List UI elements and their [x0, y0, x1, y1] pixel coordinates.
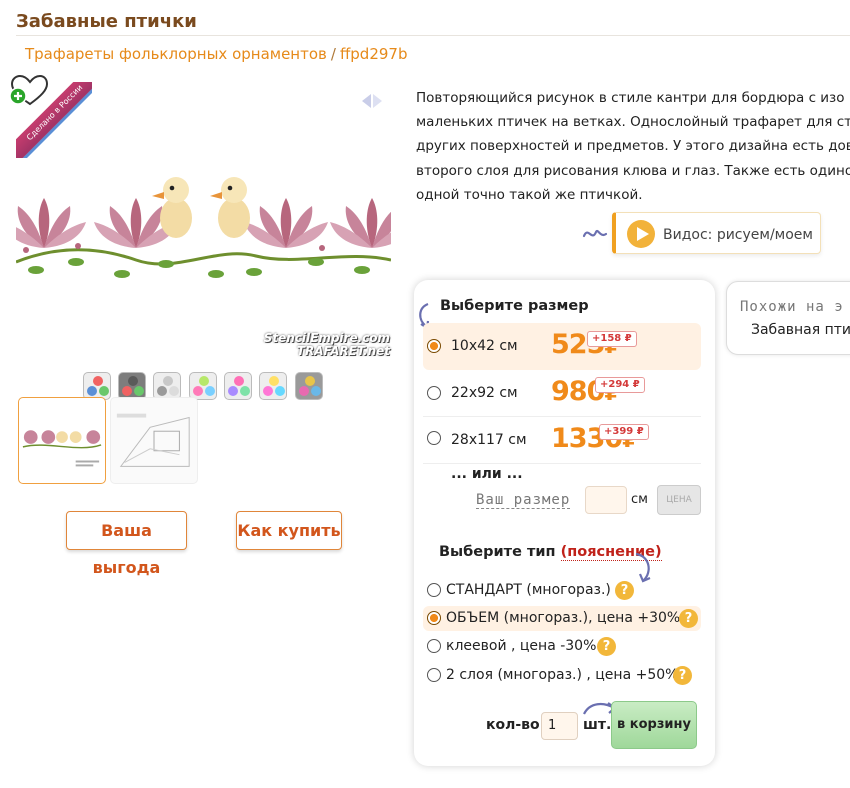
markup-badge: +294 ₽: [595, 377, 645, 393]
size-radio[interactable]: [427, 386, 441, 400]
custom-size-label: Ваш размер: [476, 492, 571, 509]
type-option-two-layer[interactable]: 2 слоя (многораз.) , цена +50% ?: [423, 663, 701, 688]
size-option-28x117[interactable]: 28х117 см 1330₽ +399 ₽: [423, 417, 701, 464]
swatch-color-dot: [99, 386, 109, 396]
type-label: 2 слоя (многораз.) , цена +50%: [446, 667, 679, 683]
swatch-color-dot: [263, 386, 273, 396]
color-swatch[interactable]: [259, 372, 287, 400]
size-label: 10х42 см: [451, 338, 518, 354]
scribble-arrow-icon: [582, 230, 608, 238]
swatch-color-dot: [87, 386, 97, 396]
color-swatch[interactable]: [295, 372, 323, 400]
or-label: ... или ...: [451, 466, 523, 482]
page-title: Забавные птички: [16, 11, 197, 32]
benefit-button[interactable]: Ваша выгода: [66, 511, 187, 577]
type-heading: Выберите тип (пояснение): [439, 544, 662, 561]
breadcrumb-category-link[interactable]: Трафареты фольклорных орнаментов: [25, 45, 327, 63]
thumbnail-stencil[interactable]: [18, 397, 106, 484]
size-heading: Выберите размер: [440, 298, 589, 314]
color-swatch[interactable]: [118, 372, 146, 400]
similar-heading: Похожи на э: [740, 299, 844, 315]
swatch-color-dot: [234, 376, 244, 386]
swatch-color-dot: [275, 386, 285, 396]
swatch-color-dot: [169, 386, 179, 396]
type-label: клеевой , цена -30%: [446, 638, 597, 654]
similar-products-panel: [726, 281, 850, 355]
swatch-color-dot: [269, 376, 279, 386]
favorite-heart-icon[interactable]: [8, 74, 48, 108]
video-label[interactable]: Видос: рисуем/моем: [663, 227, 813, 243]
type-heading-text: Выберите тип: [439, 544, 556, 560]
swatch-color-dot: [311, 386, 321, 396]
custom-size-input[interactable]: [585, 486, 627, 514]
swatch-color-dot: [134, 386, 144, 396]
breadcrumb-separator: /: [330, 45, 336, 63]
markup-badge: +158 ₽: [587, 331, 637, 347]
breadcrumb-sku: ffpd297b: [339, 45, 408, 63]
type-radio[interactable]: [427, 668, 441, 682]
similar-item-link[interactable]: Забавная птич: [751, 322, 850, 338]
description-line: Повторяющийся рисунок в стиле кантри для…: [416, 90, 845, 106]
type-option-standard[interactable]: СТАНДАРТ (многораз.) ?: [423, 578, 701, 603]
color-swatch[interactable]: [224, 372, 252, 400]
swatch-color-dot: [205, 386, 215, 396]
calculate-price-button[interactable]: ЦЕНА: [657, 485, 701, 515]
watermark: StencilEmpire.com TRAFARET.net: [240, 332, 390, 358]
size-radio[interactable]: [427, 339, 441, 353]
swatch-color-dot: [305, 376, 315, 386]
size-label: 28х117 см: [451, 432, 527, 448]
size-option-22x92[interactable]: 22х92 см 980₽ +294 ₽: [423, 370, 701, 417]
thumbnail-interior[interactable]: [110, 397, 198, 484]
type-option-volume[interactable]: ОБЪЕМ (многораз.), цена +30% ?: [423, 606, 701, 631]
quantity-input[interactable]: 1: [541, 712, 578, 740]
play-icon[interactable]: [626, 219, 656, 249]
quantity-label: кол-во:: [486, 717, 546, 733]
type-option-adhesive[interactable]: клеевой , цена -30% ?: [423, 634, 701, 659]
size-radio[interactable]: [427, 431, 441, 445]
watermark-line-2: TRAFARET.net: [296, 344, 390, 358]
color-swatch[interactable]: [153, 372, 181, 400]
swatch-color-dot: [199, 376, 209, 386]
title-divider: [16, 35, 850, 36]
help-icon[interactable]: ?: [679, 609, 698, 628]
size-option-10x42[interactable]: 10х42 см 525₽ +158 ₽: [423, 323, 701, 370]
type-radio[interactable]: [427, 639, 441, 653]
description-line: маленьких птичек на ветках. Однослойный …: [416, 114, 850, 131]
description-line: второго слоя для рисования клюва и глаз.…: [416, 162, 850, 179]
cm-unit-label: см: [631, 492, 648, 507]
color-swatch[interactable]: [83, 372, 111, 400]
color-swatch[interactable]: [189, 372, 217, 400]
stencil-preview-image[interactable]: [16, 150, 391, 290]
markup-badge: +399 ₽: [599, 424, 649, 440]
size-label: 22х92 см: [451, 385, 518, 401]
type-radio[interactable]: [427, 583, 441, 597]
swatch-color-dot: [93, 376, 103, 386]
swatch-color-dot: [193, 386, 203, 396]
swap-arrows-icon[interactable]: [360, 92, 384, 110]
swatch-color-dot: [240, 386, 250, 396]
swatch-color-dot: [157, 386, 167, 396]
type-label: ОБЪЕМ (многораз.), цена +30%: [446, 610, 681, 626]
swatch-color-dot: [122, 386, 132, 396]
pieces-label: шт.: [583, 717, 612, 733]
description-line: других поверхностей и предметов. У этого…: [416, 138, 850, 155]
type-label: СТАНДАРТ (многораз.): [446, 582, 611, 598]
description-line: одной точно такой же птичкой.: [416, 186, 643, 203]
swatch-color-dot: [128, 376, 138, 386]
swatch-color-dot: [228, 386, 238, 396]
add-to-cart-button[interactable]: в корзину: [611, 701, 697, 749]
swatch-color-dot: [299, 386, 309, 396]
help-icon[interactable]: ?: [615, 581, 634, 600]
how-to-buy-button[interactable]: Как купить: [236, 511, 342, 550]
swatch-color-dot: [163, 376, 173, 386]
product-description: Повторяющийся рисунок в стиле кантри для…: [416, 86, 850, 207]
help-icon[interactable]: ?: [673, 666, 692, 685]
type-radio[interactable]: [427, 611, 441, 625]
breadcrumb: Трафареты фольклорных орнаментов / ffpd297…: [25, 45, 407, 63]
help-icon[interactable]: ?: [597, 637, 616, 656]
